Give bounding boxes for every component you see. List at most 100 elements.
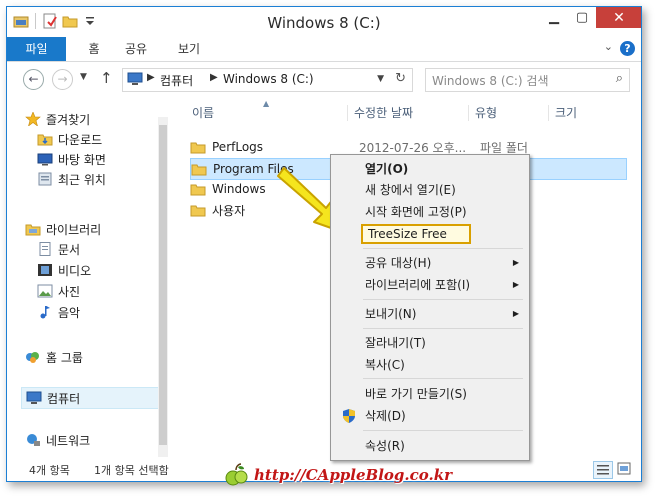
sort-ascending-icon: ▲ [263,99,270,108]
properties-icon[interactable] [42,13,58,29]
menu-label: 라이브러리에 포함(I) [365,278,471,292]
desktop-icon [37,152,53,166]
column-header-modified[interactable]: 수정한 날짜 [354,103,413,123]
nav-scrollbar[interactable] [158,117,168,457]
large-icons-view-button[interactable] [615,461,633,477]
column-header-name[interactable]: 이름 [192,103,214,123]
menu-item-treesize[interactable]: TreeSize Free [361,224,471,244]
expand-ribbon-icon[interactable]: ⌄ [604,40,613,53]
details-view-button[interactable] [593,461,613,479]
title-bar: Windows 8 (C:) ▁ ▢ ✕ [7,7,641,39]
tab-view[interactable]: 보기 [172,37,206,61]
breadcrumb-computer[interactable]: 컴퓨터 [160,72,193,89]
nav-label: 문서 [58,242,81,257]
search-input[interactable]: Windows 8 (C:) 검색 [432,72,549,89]
watermark-url: http://CAppleBlog.co.kr [254,466,453,484]
menu-item-share-with[interactable]: 공유 대상(H) ▶ [335,253,523,273]
libraries-icon [25,222,41,236]
menu-separator [363,430,523,431]
file-name: 사용자 [212,203,246,218]
recent-locations-icon[interactable]: ▼ [80,72,87,82]
menu-separator [363,248,523,249]
close-button[interactable]: ✕ [596,7,641,28]
folder-icon [190,204,206,217]
column-header-type[interactable]: 유형 [475,103,497,123]
forward-button[interactable]: → [52,69,73,90]
nav-desktop[interactable]: 바탕 화면 [37,149,106,169]
nav-libraries[interactable]: 라이브러리 [25,219,101,239]
submenu-arrow-icon: ▶ [512,258,519,267]
nav-downloads[interactable]: 다운로드 [37,129,102,149]
menu-item-cut[interactable]: 잘라내기(T) [335,333,523,353]
search-icon[interactable]: ⌕ [616,71,623,86]
file-name: Windows [212,182,266,196]
refresh-icon[interactable]: ↻ [395,71,406,86]
new-folder-icon[interactable] [62,13,78,29]
menu-separator [363,299,523,300]
nav-favorites[interactable]: 즐겨찾기 [25,109,90,129]
nav-label: 홈 그룹 [46,350,83,365]
menu-item-delete[interactable]: 삭제(D) [335,406,523,426]
uac-shield-icon [342,409,356,423]
nav-music[interactable]: 음악 [37,302,80,322]
menu-separator [363,378,523,379]
scrollbar-thumb[interactable] [159,125,167,445]
nav-documents[interactable]: 문서 [37,239,80,259]
nav-videos[interactable]: 비디오 [37,260,91,280]
apple-logo-icon [225,463,248,486]
maximize-button[interactable]: ▢ [568,7,596,28]
computer-icon [26,391,42,405]
menu-item-open[interactable]: 열기(O) [335,159,523,179]
folder-icon [190,183,206,196]
menu-item-send-to[interactable]: 보내기(N) ▶ [335,304,523,324]
back-button[interactable]: ← [23,69,44,90]
breadcrumb-drive[interactable]: Windows 8 (C:) [223,72,314,86]
breadcrumb-separator-icon[interactable]: ▶ [210,72,218,83]
nav-network[interactable]: 네트워크 [25,430,90,450]
address-dropdown-icon[interactable]: ▼ [377,74,384,84]
up-button[interactable]: ↑ [100,69,113,87]
nav-pictures[interactable]: 사진 [37,281,80,301]
menu-item-create-shortcut[interactable]: 바로 가기 만들기(S) [335,384,523,404]
maximize-icon: ▢ [575,10,589,25]
menu-item-pin-start[interactable]: 시작 화면에 고정(P) [335,202,523,222]
nav-label: 컴퓨터 [47,391,81,406]
address-bar[interactable]: ▶ 컴퓨터 ▶ Windows 8 (C:) ▼ ↻ [122,68,413,92]
item-count: 4개 항목 [29,464,70,477]
search-box[interactable]: Windows 8 (C:) 검색 ⌕ [425,68,630,92]
large-icons-view-icon [617,462,631,475]
back-arrow-icon: ← [28,72,39,86]
column-divider[interactable] [468,105,469,121]
nav-label: 음악 [58,305,81,320]
menu-item-properties[interactable]: 속성(R) [335,436,523,456]
quick-access-toolbar [13,13,98,29]
help-icon[interactable]: ? [620,41,635,56]
pictures-icon [37,284,53,298]
minimize-button[interactable]: ▁ [540,7,568,28]
nav-label: 바탕 화면 [58,152,106,167]
breadcrumb-separator-icon[interactable]: ▶ [147,72,155,83]
downloads-folder-icon [37,132,53,146]
explorer-app-icon[interactable] [13,13,29,29]
documents-icon [37,242,53,256]
file-date: 2012-07-26 오후... [359,140,467,155]
nav-label: 네트워크 [46,433,91,448]
nav-label: 라이브러리 [46,222,102,237]
nav-homegroup[interactable]: 홈 그룹 [25,347,83,367]
menu-label: 보내기(N) [365,307,417,321]
submenu-arrow-icon: ▶ [512,309,519,318]
tab-share[interactable]: 공유 [119,37,153,61]
customize-toolbar-icon[interactable] [82,13,98,29]
nav-computer[interactable]: 컴퓨터 [21,387,159,409]
menu-item-include-library[interactable]: 라이브러리에 포함(I) ▶ [335,275,523,295]
tab-file[interactable]: 파일 [7,37,66,61]
nav-recent-places[interactable]: 최근 위치 [37,169,106,189]
column-divider[interactable] [347,105,348,121]
tab-home[interactable]: 홈 [79,37,109,61]
column-divider[interactable] [548,105,549,121]
column-header-size[interactable]: 크기 [555,103,577,123]
menu-label: 공유 대상(H) [365,256,432,270]
menu-item-open-new-window[interactable]: 새 창에서 열기(E) [335,180,523,200]
recent-places-icon [37,172,53,186]
menu-item-copy[interactable]: 복사(C) [335,355,523,375]
